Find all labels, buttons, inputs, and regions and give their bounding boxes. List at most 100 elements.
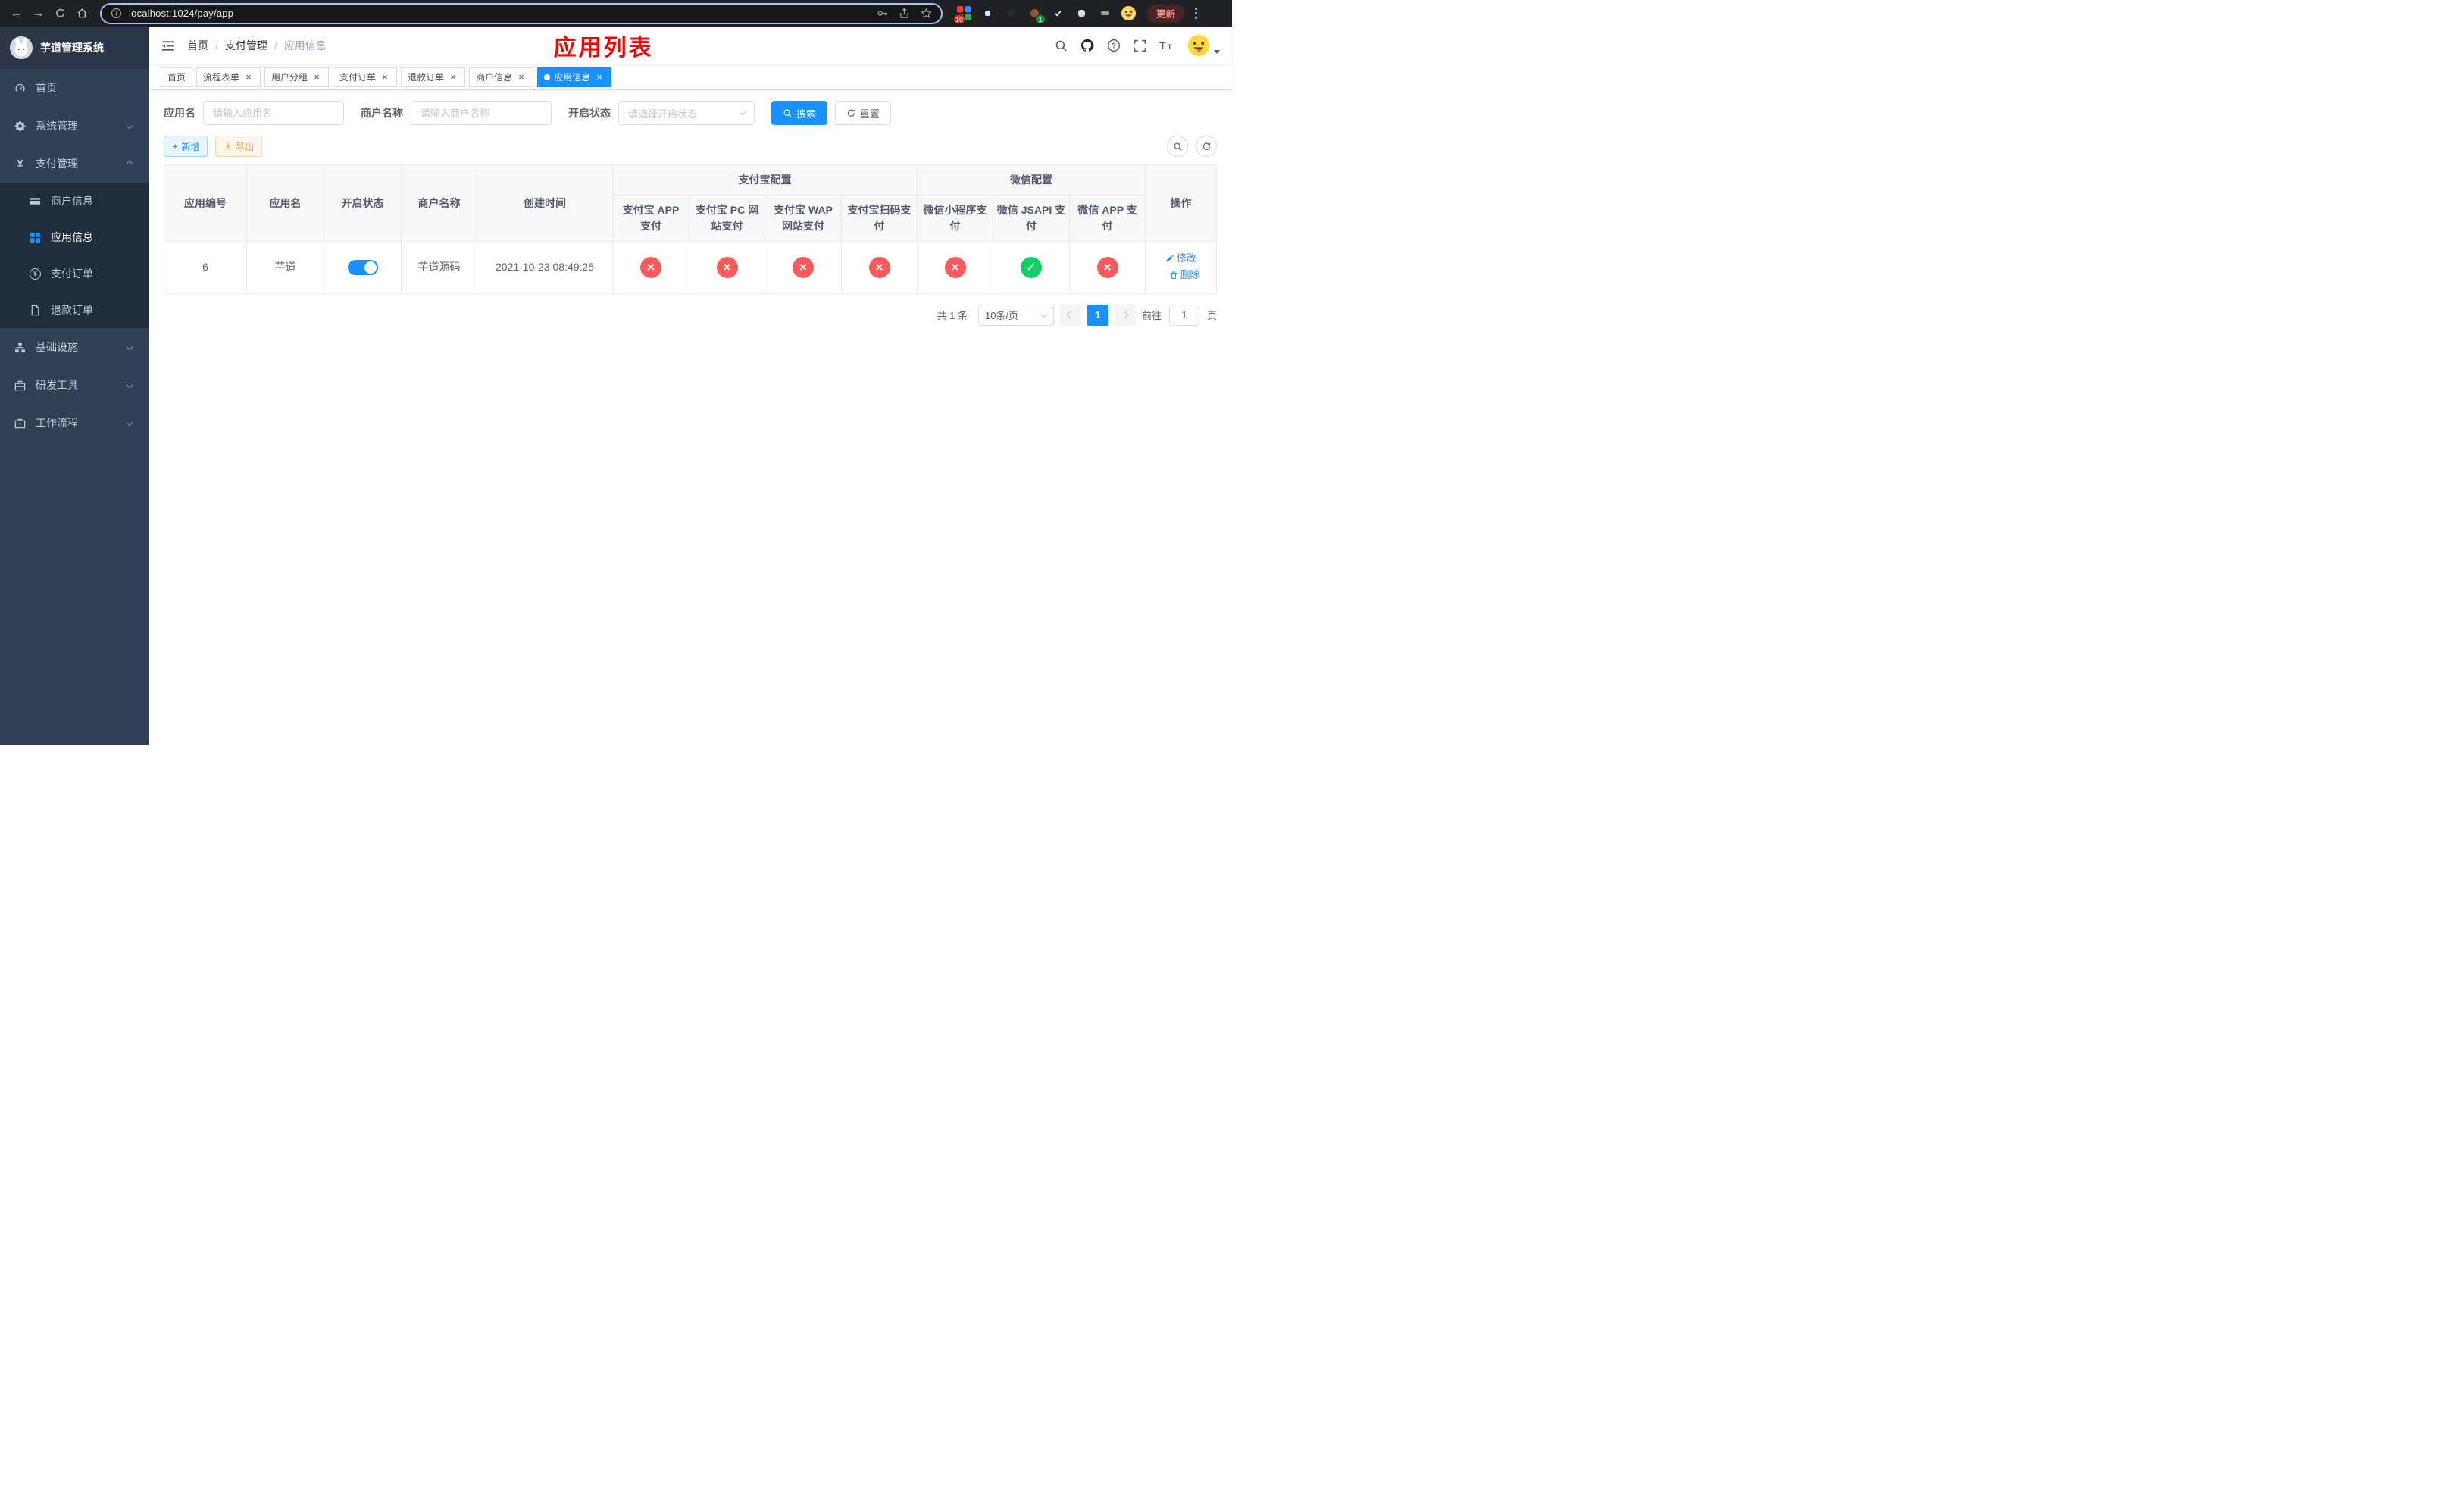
address-bar[interactable]: localhost:1024/pay/app xyxy=(100,2,943,24)
avatar-extension-badge: 1 xyxy=(1035,14,1046,24)
filter-bar: 应用名 商户名称 开启状态 请选择开启状态 搜索 xyxy=(164,101,1217,125)
close-icon[interactable]: × xyxy=(380,72,390,83)
sidebar-collapse-icon[interactable] xyxy=(161,39,175,53)
sidebar-item-system[interactable]: 系统管理 xyxy=(0,107,149,145)
navbar-actions: ? TT xyxy=(1055,34,1220,57)
group-header-alipay: 支付宝配置 xyxy=(612,164,918,196)
app-name-input[interactable] xyxy=(203,101,344,125)
breadcrumb-home[interactable]: 首页 xyxy=(187,38,208,53)
extension-green-circle-icon[interactable] xyxy=(1050,5,1066,21)
app-logo[interactable]: 芋道管理系统 xyxy=(0,27,149,69)
page-size-select[interactable]: 10条/页 xyxy=(977,304,1054,326)
merchant-name-input[interactable] xyxy=(411,101,552,125)
column-header: 微信 JSAPI 支付 xyxy=(993,195,1070,242)
page-number-button[interactable]: 1 xyxy=(1087,304,1108,326)
chevron-down-icon xyxy=(126,122,133,130)
browser-home-button[interactable] xyxy=(72,3,92,23)
tab-refund-order[interactable]: 退款订单 × xyxy=(401,67,466,87)
fullscreen-icon[interactable] xyxy=(1134,39,1146,52)
close-icon[interactable]: × xyxy=(594,72,605,83)
extension-green-square-icon[interactable] xyxy=(1074,5,1090,21)
browser-menu-icon[interactable] xyxy=(1189,4,1202,23)
help-icon[interactable]: ? xyxy=(1107,39,1121,52)
app-status-switch[interactable] xyxy=(347,260,378,276)
password-key-icon[interactable] xyxy=(877,8,888,19)
bookmark-star-icon[interactable] xyxy=(921,8,932,19)
toggle-search-button[interactable] xyxy=(1167,136,1188,157)
font-size-icon[interactable]: TT xyxy=(1159,39,1174,52)
tab-app-info[interactable]: 应用信息 × xyxy=(537,67,612,87)
tab-process-form[interactable]: 流程表单 × xyxy=(196,67,261,87)
github-icon[interactable] xyxy=(1080,39,1094,52)
user-avatar[interactable] xyxy=(1187,34,1220,57)
app-name-label: 应用名 xyxy=(164,107,195,119)
tab-user-group[interactable]: 用户分组 × xyxy=(264,67,330,87)
cell-app-name: 芋道 xyxy=(246,241,324,294)
sidebar-item-payment[interactable]: ¥ 支付管理 xyxy=(0,145,149,183)
next-page-button[interactable] xyxy=(1114,304,1136,326)
search-button[interactable]: 搜索 xyxy=(771,101,828,125)
pay-order-icon: ¥ xyxy=(29,268,42,280)
close-icon[interactable]: × xyxy=(516,72,527,83)
edit-pencil-icon xyxy=(1166,254,1174,262)
goto-page-input[interactable] xyxy=(1168,304,1199,326)
total-count: 共 1 条 xyxy=(937,310,968,321)
browser-back-button[interactable]: ← xyxy=(6,3,27,23)
logo-avatar-icon xyxy=(10,36,33,59)
sidebar-item-label: 工作流程 xyxy=(36,417,78,429)
export-button[interactable]: 导出 xyxy=(215,136,263,157)
extension-blue-icon[interactable] xyxy=(980,5,996,21)
tab-home[interactable]: 首页 xyxy=(161,67,193,87)
extension-emoji-icon[interactable] xyxy=(1121,5,1137,21)
prev-page-button[interactable] xyxy=(1059,304,1081,326)
share-icon[interactable] xyxy=(899,8,910,19)
sidebar-item-workflow[interactable]: 工作流程 xyxy=(0,404,149,442)
close-icon[interactable]: × xyxy=(311,72,322,83)
tab-merchant-info[interactable]: 商户信息 × xyxy=(469,67,534,87)
pagination: 共 1 条 10条/页 1 前往 页 xyxy=(164,304,1217,326)
alipay-pc-status-icon: × xyxy=(716,256,738,278)
extension-blocks-icon[interactable]: 10 xyxy=(953,5,972,24)
chevron-down-icon xyxy=(1040,311,1048,318)
chevron-down-icon xyxy=(126,381,133,389)
refresh-table-button[interactable] xyxy=(1196,136,1217,157)
browser-update-button[interactable]: 更新 xyxy=(1147,4,1185,23)
site-info-icon[interactable] xyxy=(111,8,122,19)
browser-refresh-button[interactable] xyxy=(50,3,70,23)
reset-button[interactable]: 重置 xyxy=(835,101,892,125)
browser-forward-button[interactable]: → xyxy=(28,3,48,23)
extension-avatar-icon[interactable]: 1 xyxy=(1027,5,1046,24)
download-icon xyxy=(225,142,232,150)
sidebar-item-pay-order[interactable]: ¥ 支付订单 xyxy=(0,255,149,292)
tree-structure-icon xyxy=(14,342,27,353)
sidebar-item-refund-order[interactable]: 退款订单 xyxy=(0,292,149,328)
header-search-icon[interactable] xyxy=(1055,39,1068,52)
close-icon[interactable]: × xyxy=(448,72,458,83)
dashboard-icon xyxy=(14,83,27,94)
active-dot-icon xyxy=(544,74,551,80)
search-icon xyxy=(1174,142,1182,151)
sidebar-item-infrastructure[interactable]: 基础设施 xyxy=(0,328,149,366)
tab-pay-order[interactable]: 支付订单 × xyxy=(333,67,398,87)
sidebar-menu: 首页 系统管理 ¥ 支付管理 商户信息 应用信息 ¥ 支付订单 退款订单 基础设… xyxy=(0,69,149,442)
group-header-wechat: 微信配置 xyxy=(916,164,1146,196)
sidebar-item-label: 商户信息 xyxy=(51,195,93,207)
cell-actions: 修改 删除 xyxy=(1145,241,1217,294)
delete-button[interactable]: 删除 xyxy=(1169,268,1200,283)
sidebar-item-dev-tools[interactable]: 研发工具 xyxy=(0,366,149,404)
sidebar-item-app-info[interactable]: 应用信息 xyxy=(0,219,149,255)
trash-icon xyxy=(1170,271,1177,279)
sidebar-item-label: 支付订单 xyxy=(51,268,93,280)
extension-dark-icon[interactable] xyxy=(1003,5,1019,21)
url-text[interactable]: localhost:1024/pay/app xyxy=(129,8,870,19)
sidebar-item-home[interactable]: 首页 xyxy=(0,69,149,107)
extension-robot-icon[interactable] xyxy=(1097,5,1113,21)
add-button[interactable]: + 新增 xyxy=(164,136,208,157)
sidebar-item-merchant-info[interactable]: 商户信息 xyxy=(0,183,149,219)
status-select[interactable]: 请选择开启状态 xyxy=(618,101,755,125)
close-icon[interactable]: × xyxy=(243,72,254,83)
breadcrumb-payment[interactable]: 支付管理 xyxy=(225,38,267,53)
edit-button[interactable]: 修改 xyxy=(1165,251,1196,266)
chevron-down-icon xyxy=(126,343,133,351)
extension-badge: 10 xyxy=(953,14,966,24)
